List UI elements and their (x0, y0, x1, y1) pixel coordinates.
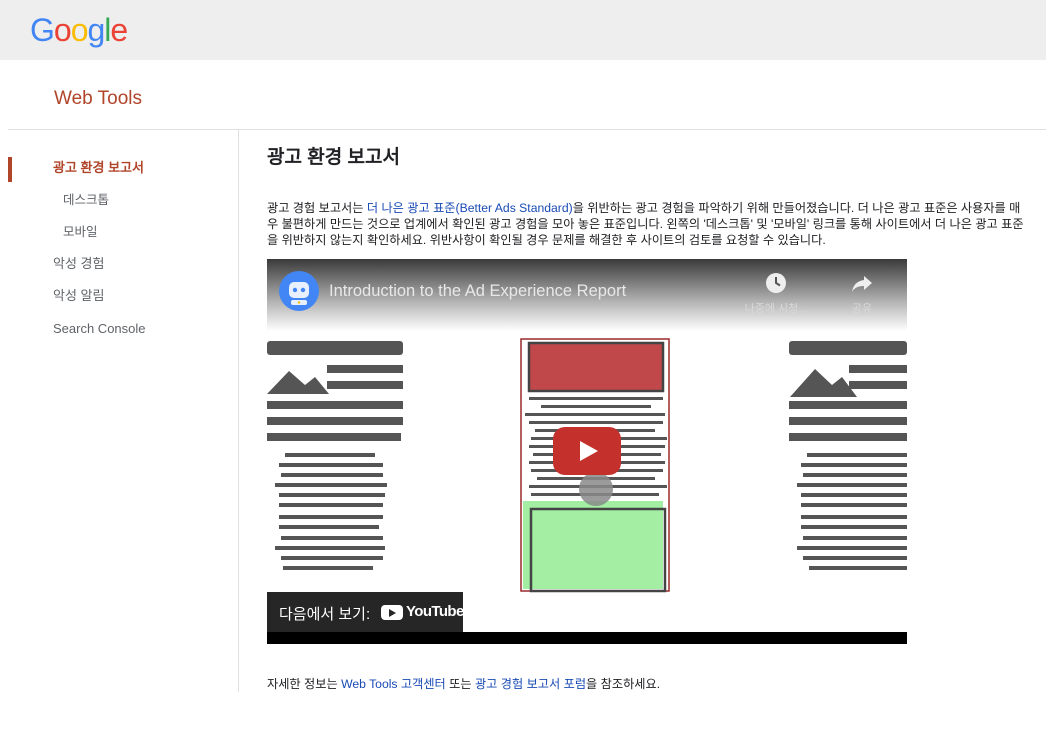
youtube-logo-text: YouTube (406, 603, 464, 620)
logo-letter: o (53, 12, 72, 48)
logo-letter: o (70, 12, 89, 48)
google-logo[interactable]: Google (30, 12, 128, 48)
logo-letter: e (110, 12, 128, 48)
page-title: 광고 환경 보고서 (267, 147, 400, 168)
left-page-illustration (267, 341, 403, 570)
share-icon (852, 276, 872, 292)
watch-on-youtube-button[interactable]: 다음에서 보기: YouTube (267, 592, 464, 632)
footer-prefix: 자세한 정보는 (267, 677, 342, 691)
clock-icon (766, 273, 786, 293)
sidebar-item-abusive-experiences[interactable]: 악성 경험 (53, 255, 104, 273)
help-center-link[interactable]: Web Tools 고객센터 (341, 677, 446, 691)
sidebar-item-abusive-notifications[interactable]: 악성 알림 (53, 287, 104, 305)
intro-text-start: 광고 경험 보고서는 (267, 201, 367, 215)
product-title[interactable]: Web Tools (54, 87, 142, 111)
sidebar-nav: 광고 환경 보고서 데스크톱 모바일 악성 경험 악성 알림 Search Co… (8, 130, 239, 692)
share-button[interactable]: 공유 (827, 271, 897, 316)
top-bar: Google (0, 0, 1046, 60)
robot-icon (289, 282, 309, 305)
watch-later-label: 나중에 시청... (744, 303, 808, 315)
video-title[interactable]: Introduction to the Ad Experience Report (329, 282, 626, 301)
youtube-play-icon (381, 605, 403, 620)
logo-letter: G (30, 12, 55, 48)
sidebar-item-desktop[interactable]: 데스크톱 (63, 191, 109, 209)
footer-suffix: 을 참조하세요. (586, 677, 661, 691)
forum-link[interactable]: 광고 경험 보고서 포럼 (475, 677, 586, 691)
share-label: 공유 (851, 303, 873, 315)
logo-letter: g (87, 12, 105, 48)
video-bottom-bar (267, 632, 907, 644)
footer-middle: 또는 (445, 677, 475, 691)
sidebar-item-mobile[interactable]: 모바일 (63, 223, 98, 241)
play-button[interactable] (553, 427, 621, 475)
better-ads-standard-link[interactable]: 더 나은 광고 표준(Better Ads Standard) (367, 201, 573, 215)
intro-paragraph: 광고 경험 보고서는 더 나은 광고 표준(Better Ads Standar… (267, 200, 1027, 248)
watch-later-button[interactable]: 나중에 시청... (741, 271, 811, 316)
video-player[interactable]: Introduction to the Ad Experience Report… (267, 259, 907, 644)
channel-avatar[interactable] (279, 271, 319, 311)
sidebar-item-search-console[interactable]: Search Console (53, 320, 146, 338)
watch-on-label: 다음에서 보기: (279, 606, 371, 623)
right-page-illustration (789, 341, 907, 570)
footer-paragraph: 자세한 정보는 Web Tools 고객센터 또는 광고 경험 보고서 포럼을 … (267, 676, 660, 692)
active-indicator (8, 157, 12, 182)
sidebar-item-ad-experience-report[interactable]: 광고 환경 보고서 (53, 159, 144, 177)
